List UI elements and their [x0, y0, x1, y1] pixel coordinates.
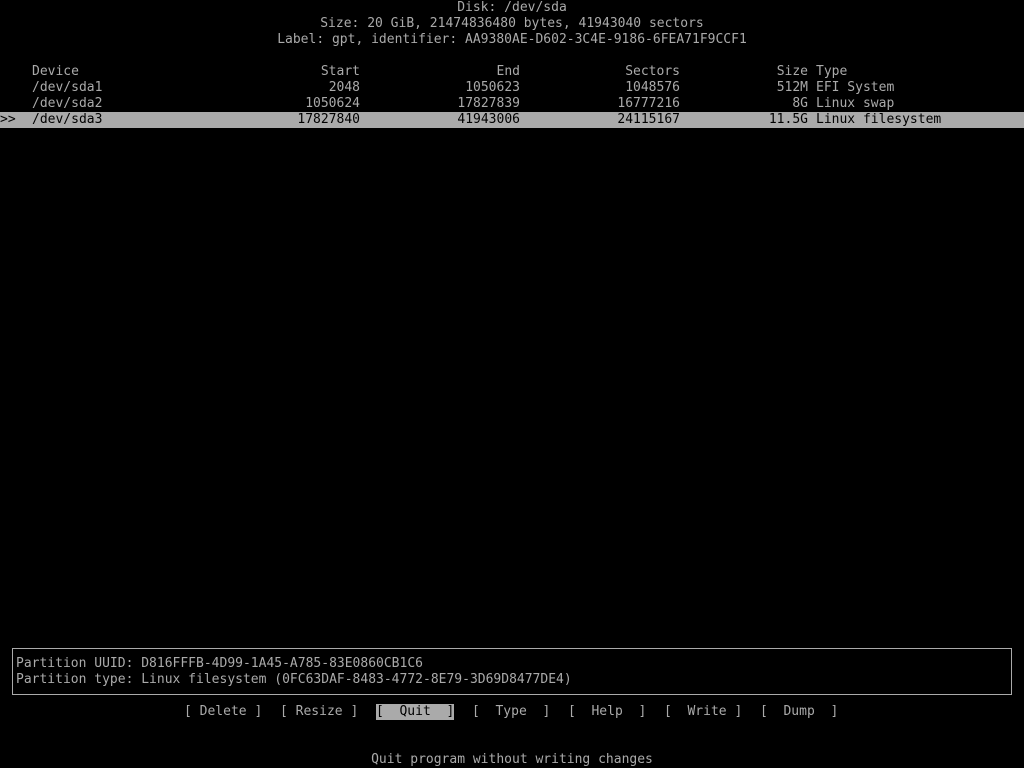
disk-title: Disk: /dev/sda	[457, 0, 567, 15]
disk-label-info: Label: gpt, identifier: AA9380AE-D602-3C…	[277, 32, 747, 47]
partition-info-box: Partition UUID: D816FFFB-4D99-1A45-A785-…	[12, 648, 1012, 695]
partition-size: 512M	[776, 80, 808, 95]
partition-end: 17827839	[457, 96, 520, 111]
partition-type: EFI System	[816, 80, 895, 95]
partition-sectors: 24115167	[617, 112, 680, 127]
selection-marker: >>	[0, 112, 16, 127]
partition-type: Linux filesystem	[816, 112, 942, 127]
dump-button[interactable]: [ Dump ]	[760, 704, 838, 720]
column-header-size: Size	[776, 64, 808, 79]
partition-end: 41943006	[457, 112, 520, 127]
partition-row-sda1[interactable]: /dev/sda1 2048 1050623 1048576 512M EFI …	[0, 80, 1024, 96]
help-button[interactable]: [ Help ]	[568, 704, 646, 720]
partition-size: 11.5G	[768, 112, 808, 127]
partition-uuid: Partition UUID: D816FFFB-4D99-1A45-A785-…	[16, 656, 423, 671]
resize-button[interactable]: [ Resize ]	[280, 704, 358, 720]
type-button[interactable]: [ Type ]	[472, 704, 550, 720]
quit-button[interactable]: [ Quit ]	[376, 704, 455, 720]
action-menu: [ Delete ] [ Resize ] [ Quit ] [ Type ] …	[0, 704, 1024, 720]
partition-start: 17827840	[297, 112, 360, 127]
column-header-type: Type	[816, 64, 848, 79]
delete-button[interactable]: [ Delete ]	[184, 704, 262, 720]
partition-end: 1050623	[465, 80, 520, 95]
partition-start: 2048	[328, 80, 360, 95]
selection-marker	[0, 80, 24, 96]
partition-start: 1050624	[305, 96, 360, 111]
partition-device: /dev/sda1	[32, 80, 103, 95]
partition-row-sda2[interactable]: /dev/sda2 1050624 17827839 16777216 8G L…	[0, 96, 1024, 112]
column-header-sectors: Sectors	[625, 64, 680, 79]
partition-sectors: 16777216	[617, 96, 680, 111]
selection-marker	[0, 96, 24, 112]
column-header-start: Start	[320, 64, 360, 79]
partition-device: /dev/sda3	[32, 112, 103, 127]
partition-type-info: Partition type: Linux filesystem (0FC63D…	[16, 672, 572, 687]
partition-row-sda3[interactable]: >> /dev/sda3 17827840 41943006 24115167 …	[0, 112, 1024, 128]
partition-type: Linux swap	[816, 96, 895, 111]
status-message: Quit program without writing changes	[371, 752, 653, 767]
partition-size: 8G	[792, 96, 808, 111]
partition-table-header: Device Start End Sectors Size Type	[0, 64, 1024, 80]
column-header-device: Device	[32, 64, 79, 79]
disk-size-info: Size: 20 GiB, 21474836480 bytes, 4194304…	[320, 16, 704, 31]
partition-sectors: 1048576	[625, 80, 680, 95]
column-header-end: End	[496, 64, 520, 79]
write-button[interactable]: [ Write ]	[664, 704, 742, 720]
partition-device: /dev/sda2	[32, 96, 103, 111]
